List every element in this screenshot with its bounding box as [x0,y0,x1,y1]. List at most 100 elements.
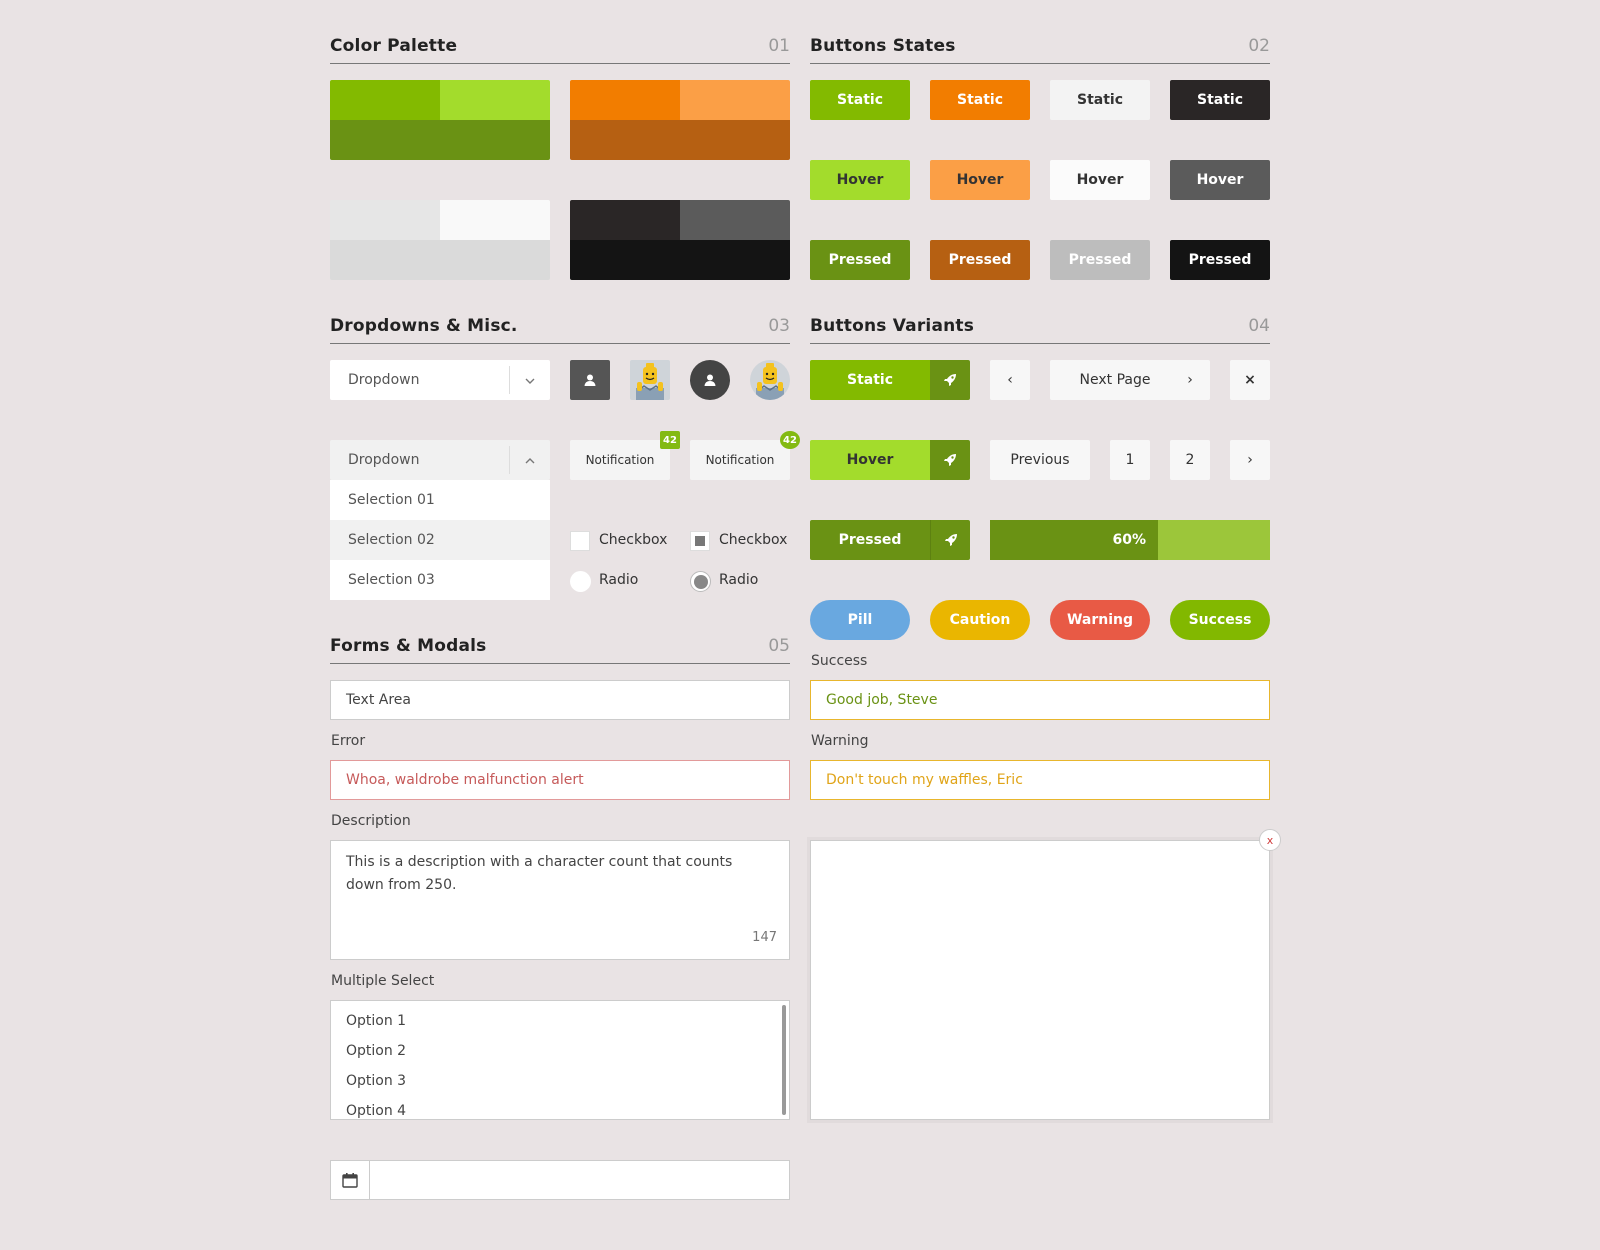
checkbox-label: Checkbox [599,532,668,548]
section-number-forms: 05 [768,636,790,656]
date-input[interactable] [330,1160,790,1200]
previous-button[interactable]: Previous [990,440,1090,480]
white-static-button[interactable]: Static [1050,80,1150,120]
dropdown-open[interactable]: Dropdown [330,440,550,480]
page-1-button[interactable]: 1 [1110,440,1150,480]
pill-button[interactable]: Pill [810,600,910,640]
lego-avatar-circle[interactable] [750,360,790,400]
section-title-states: Buttons States [810,36,956,56]
radio-label: Radio [719,572,759,588]
warning-input[interactable]: Don't touch my waffles, Eric [810,760,1270,800]
text-area-input[interactable]: Text Area [330,680,790,720]
section-number-palette: 01 [768,36,790,56]
radio-label: Radio [599,572,639,588]
green-static-button[interactable]: Static [810,80,910,120]
progress-fill: 60% [990,520,1158,560]
description-text: This is a description with a character c… [346,854,733,893]
section-number-dropdowns: 03 [768,316,790,336]
black-pressed-button[interactable]: Pressed [1170,240,1270,280]
section-rule [810,63,1270,64]
description-label: Description [331,813,411,829]
rocket-icon [930,440,970,480]
chevron-down-icon[interactable] [510,373,550,387]
white-pressed-button[interactable]: Pressed [1050,240,1150,280]
multi-option[interactable]: Option 1 [346,1013,406,1029]
dropdown-closed[interactable]: Dropdown [330,360,550,400]
dropdown-option[interactable]: Selection 02 [330,520,550,560]
section-rule [810,343,1270,344]
notification-badge: 42 [660,431,680,449]
split-button-hover[interactable]: Hover [810,440,970,480]
prev-arrow-button[interactable]: ‹ [990,360,1030,400]
orange-pressed-button[interactable]: Pressed [930,240,1030,280]
multi-option[interactable]: Option 3 [346,1073,406,1089]
multiple-select-label: Multiple Select [331,973,435,989]
dropdown-option[interactable]: Selection 01 [330,480,550,520]
checkbox-checked[interactable] [690,531,710,551]
split-button-label: Static [810,360,930,400]
section-number-states: 02 [1248,36,1270,56]
calendar-icon[interactable] [331,1161,370,1199]
split-button-static[interactable]: Static [810,360,970,400]
success-label: Success [811,653,868,669]
progress-bar: 60% [990,520,1270,560]
multi-option[interactable]: Option 4 [346,1103,406,1119]
user-icon [584,374,596,386]
modal-close-button[interactable]: x [1259,829,1281,851]
next-arrow-button[interactable]: › [1230,440,1270,480]
section-title-palette: Color Palette [330,36,458,56]
section-rule [330,63,790,64]
warning-label: Warning [811,733,869,749]
notification-badge: 42 [780,431,800,449]
swatch-green [330,80,550,160]
multi-option[interactable]: Option 2 [346,1043,406,1059]
multiple-select[interactable]: Option 1 Option 2 Option 3 Option 4 [330,1000,790,1120]
next-page-button[interactable]: Next Page › [1050,360,1210,400]
section-number-variants: 04 [1248,316,1270,336]
black-hover-button[interactable]: Hover [1170,160,1270,200]
swatch-light [330,200,550,280]
black-static-button[interactable]: Static [1170,80,1270,120]
avatar-circle[interactable] [690,360,730,400]
rocket-icon [930,360,970,400]
chevron-up-icon[interactable] [510,453,550,467]
notification-button-square-badge[interactable]: Notification [570,440,670,480]
page-2-button[interactable]: 2 [1170,440,1210,480]
checkbox-unchecked[interactable] [570,531,590,551]
character-count: 147 [752,930,777,945]
modal [810,840,1270,1120]
avatar-square[interactable] [570,360,610,400]
success-pill[interactable]: Success [1170,600,1270,640]
green-hover-button[interactable]: Hover [810,160,910,200]
success-input[interactable]: Good job, Steve [810,680,1270,720]
warning-pill[interactable]: Warning [1050,600,1150,640]
lego-avatar [756,363,784,400]
error-label: Error [331,733,366,749]
description-textarea[interactable]: This is a description with a character c… [330,840,790,960]
radio-unselected[interactable] [570,571,591,592]
lego-avatar-square[interactable] [630,360,670,400]
green-pressed-button[interactable]: Pressed [810,240,910,280]
progress-label: 60% [1112,532,1146,548]
checkbox-label: Checkbox [719,532,788,548]
orange-static-button[interactable]: Static [930,80,1030,120]
section-title-dropdowns: Dropdowns & Misc. [330,316,518,336]
lego-avatar [636,363,664,400]
swatch-orange [570,80,790,160]
caution-pill[interactable]: Caution [930,600,1030,640]
section-title-variants: Buttons Variants [810,316,975,336]
rocket-icon [930,520,970,560]
radio-selected[interactable] [690,571,711,592]
close-button[interactable]: × [1230,360,1270,400]
white-hover-button[interactable]: Hover [1050,160,1150,200]
scrollbar[interactable] [782,1005,786,1115]
notification-button-round-badge[interactable]: Notification [690,440,790,480]
dropdown-option[interactable]: Selection 03 [330,560,550,600]
date-value [370,1161,789,1199]
error-input[interactable]: Whoa, waldrobe malfunction alert [330,760,790,800]
orange-hover-button[interactable]: Hover [930,160,1030,200]
user-icon [704,374,716,386]
next-page-label: Next Page [1079,372,1151,388]
chevron-right-icon: › [1187,372,1193,388]
split-button-pressed[interactable]: Pressed [810,520,970,560]
